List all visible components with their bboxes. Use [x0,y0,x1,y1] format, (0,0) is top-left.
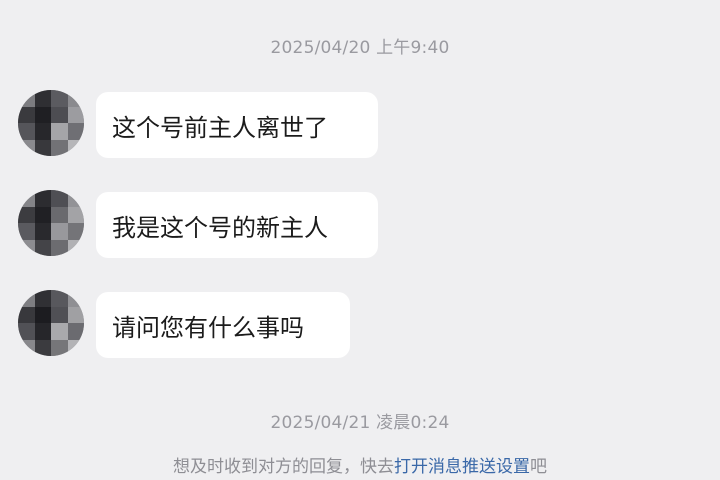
avatar[interactable] [18,290,84,356]
message-text: 这个号前主人离世了 [112,113,328,142]
message-text: 请问您有什么事吗 [112,313,304,342]
message-timestamp: 2025/04/21 凌晨0:24 [270,413,450,433]
avatar[interactable] [18,190,84,256]
message-bubble[interactable]: 我是这个号的新主人 [96,192,378,258]
message-bubble[interactable]: 这个号前主人离世了 [96,92,378,158]
message-bubble[interactable]: 请问您有什么事吗 [96,292,350,358]
avatar[interactable] [18,90,84,156]
notice-suffix: 吧 [530,457,547,477]
push-settings-notice: 想及时收到对方的回复，快去打开消息推送设置吧 [0,452,720,477]
message-text: 我是这个号的新主人 [112,213,328,242]
push-settings-link[interactable]: 打开消息推送设置 [394,457,530,477]
notice-text: 想及时收到对方的回复，快去 [173,457,394,477]
message-timestamp: 2025/04/20 上午9:40 [270,38,450,58]
